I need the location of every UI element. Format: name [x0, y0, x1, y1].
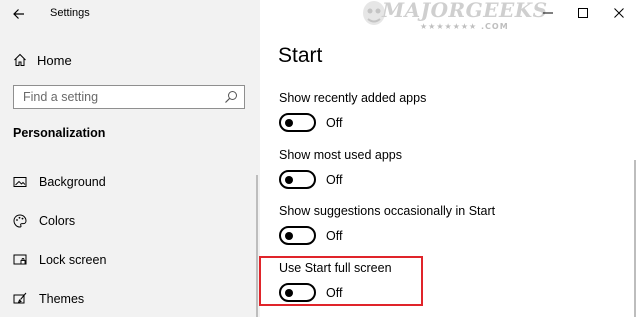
sidebar-item-label: Colors	[39, 214, 76, 228]
recently-added-apps-toggle[interactable]	[279, 113, 316, 132]
search-box[interactable]	[13, 85, 245, 109]
lock-screen-icon	[13, 254, 27, 265]
minimize-button[interactable]	[533, 2, 563, 24]
palette-icon	[13, 214, 27, 228]
setting-recently-added-apps: Show recently added apps Off	[279, 91, 427, 132]
sidebar-scrollbar[interactable]	[256, 175, 258, 317]
sidebar-item-label: Lock screen	[39, 253, 107, 267]
setting-show-suggestions: Show suggestions occasionally in Start O…	[279, 204, 496, 245]
sidebar-item-label: Background	[39, 175, 106, 189]
page-title: Start	[278, 44, 323, 67]
sidebar-item-lock-screen[interactable]: Lock screen	[13, 250, 106, 270]
setting-label: Show recently added apps	[279, 91, 427, 105]
sidebar: Settings Home Personalization Background…	[0, 0, 260, 317]
window-title: Settings	[50, 7, 90, 19]
setting-label: Show suggestions occasionally in Start	[279, 204, 496, 218]
search-icon[interactable]	[224, 90, 238, 104]
sidebar-item-label: Themes	[39, 292, 85, 306]
highlight-box	[259, 256, 423, 306]
picture-icon	[13, 177, 27, 187]
back-arrow-icon	[13, 9, 24, 19]
toggle-knob	[285, 231, 293, 240]
sidebar-item-background[interactable]: Background	[13, 172, 106, 192]
watermark-logo: MAJORGEEKS ★★★★★★★ .COM	[360, 0, 547, 38]
close-button[interactable]	[604, 2, 634, 24]
toggle-row: Off	[279, 113, 342, 132]
maximize-button[interactable]	[568, 2, 598, 24]
sidebar-item-colors[interactable]: Colors	[13, 211, 75, 231]
setting-most-used-apps: Show most used apps Off	[279, 148, 402, 189]
search-input[interactable]	[14, 86, 219, 108]
show-suggestions-toggle[interactable]	[279, 226, 316, 245]
close-icon	[614, 8, 624, 18]
watermark-brand: MAJORGEEKS	[382, 0, 548, 22]
minimize-icon	[543, 12, 553, 14]
sidebar-item-home[interactable]: Home	[13, 50, 72, 70]
back-button[interactable]	[10, 5, 30, 23]
sidebar-item-label: Home	[37, 52, 72, 68]
home-icon	[14, 53, 26, 66]
section-title: Personalization	[13, 126, 106, 140]
main-scrollbar[interactable]	[634, 160, 636, 317]
most-used-apps-toggle[interactable]	[279, 170, 316, 189]
watermark-sub: ★★★★★★★ .COM	[420, 22, 509, 31]
maximize-icon	[578, 8, 588, 18]
toggle-knob	[285, 175, 293, 184]
sidebar-item-themes[interactable]: Themes	[13, 289, 84, 309]
toggle-state: Off	[326, 228, 343, 243]
toggle-state: Off	[326, 172, 343, 187]
brush-icon	[13, 292, 27, 304]
toggle-state: Off	[326, 115, 343, 130]
toggle-row: Off	[279, 226, 342, 245]
setting-label: Show most used apps	[279, 148, 402, 162]
toggle-knob	[285, 118, 293, 127]
toggle-row: Off	[279, 170, 342, 189]
